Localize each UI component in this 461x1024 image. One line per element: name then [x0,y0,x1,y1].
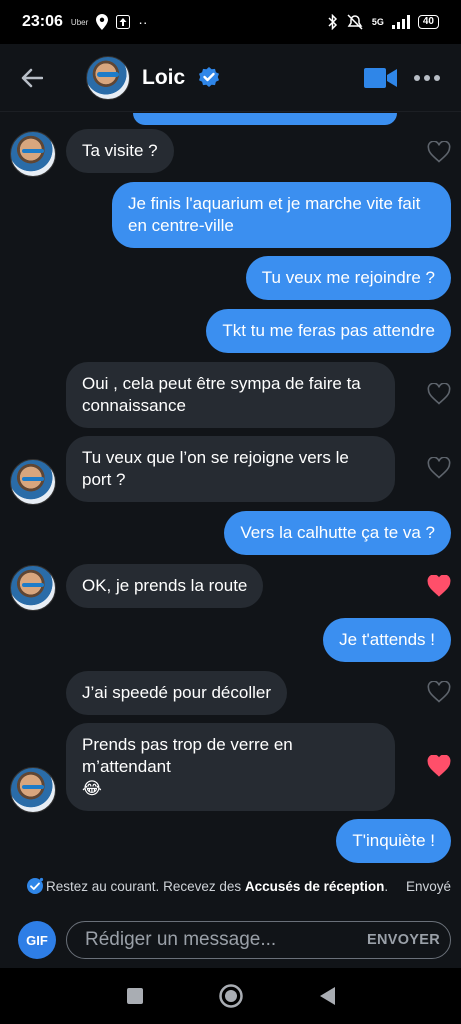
heart-icon[interactable] [427,457,451,479]
incoming-message[interactable]: Prends pas trop de verre en m’attendant … [66,723,395,811]
heart-icon[interactable] [427,681,451,703]
message-list[interactable]: Ta visite ? Je finis l'aquarium et je ma… [0,113,461,870]
heart-icon[interactable] [427,141,451,163]
previous-outgoing-bubble [133,113,397,125]
heart-icon[interactable] [427,383,451,405]
sender-avatar[interactable] [10,767,56,813]
back-nav-icon [319,987,335,1005]
back-nav-button[interactable] [314,983,340,1009]
verified-badge-icon [199,66,220,87]
video-call-icon [364,67,397,88]
square-nav-icon [126,988,143,1004]
recents-button[interactable] [122,983,148,1009]
message-input[interactable] [85,929,367,951]
message-text: T'inquiète ! [352,831,435,850]
more-notifications-icon: ·· [138,14,148,30]
read-receipt-banner[interactable]: Restez au courant. Recevez des Accusés d… [0,872,461,900]
contact-avatar[interactable] [86,55,130,100]
bluetooth-icon [328,14,337,30]
message-text: Prends pas trop de verre en m’attendant [82,735,293,776]
message-text: J’ai speedé pour décoller [82,683,272,702]
more-options-button[interactable] [399,58,455,98]
message-input-box[interactable]: ENVOYER [66,921,451,959]
outgoing-message[interactable]: Tu veux me rejoindre ? [245,256,451,300]
read-receipt-link[interactable]: Accusés de réception [245,879,385,894]
incoming-message[interactable]: Ta visite ? [66,129,174,173]
outgoing-message[interactable]: Je finis l'aquarium et je marche vite fa… [112,182,451,248]
message-text: Je finis l'aquarium et je marche vite fa… [128,194,421,235]
outgoing-message[interactable]: T'inquiète ! [336,819,451,863]
outgoing-message[interactable]: Je t'attends ! [323,618,451,662]
sender-avatar[interactable] [10,459,56,505]
message-composer: GIF ENVOYER [0,912,461,968]
message-text: OK, je prends la route [82,576,248,595]
home-button[interactable] [218,983,244,1009]
message-text: Tu veux que l’on se rejoigne vers le por… [82,448,349,489]
sender-avatar[interactable] [10,565,56,611]
gif-button[interactable]: GIF [18,921,56,959]
sent-status: Envoyé [405,878,451,894]
message-text: Ta visite ? [82,141,158,160]
status-app-label: Uber [70,17,89,27]
message-text: Tu veux me rejoindre ? [261,268,435,287]
send-button[interactable]: ENVOYER [367,932,440,948]
signal-icon [391,15,410,29]
home-nav-icon [218,984,243,1008]
upload-icon [116,15,131,29]
video-call-button[interactable] [363,63,399,93]
message-text: Oui , cela peut être sympa de faire ta c… [82,374,361,415]
incoming-message[interactable]: Oui , cela peut être sympa de faire ta c… [66,362,395,428]
chat-header: Loic [0,44,461,112]
incoming-message[interactable]: Tu veux que l’on se rejoigne vers le por… [66,436,395,502]
battery-indicator: 40 [417,15,439,29]
message-text: Je t'attends ! [339,630,435,649]
incoming-message[interactable]: OK, je prends la route [66,564,264,608]
status-time: 23:06 [22,13,63,30]
message-emoji: 😂 [82,779,102,798]
back-arrow-icon [21,68,43,87]
read-receipt-text[interactable]: Restez au courant. Recevez des Accusés d… [46,879,388,894]
location-icon [96,14,109,30]
incoming-message[interactable]: J’ai speedé pour décoller [66,671,288,715]
system-nav-bar [0,968,461,1024]
sender-avatar[interactable] [10,131,56,177]
outgoing-message[interactable]: Vers la calhutte ça te va ? [224,511,451,555]
heart-icon[interactable] [427,755,451,777]
status-bar: 23:06 Uber ·· 5G 40 [0,0,461,44]
network-label: 5G [371,17,384,27]
outgoing-message[interactable]: Tkt tu me feras pas attendre [206,309,451,353]
heart-icon[interactable] [427,575,451,597]
contact-name[interactable]: Loic [142,66,185,90]
mute-icon [347,14,363,30]
back-button[interactable] [0,44,64,112]
more-options-icon [414,74,440,81]
message-text: Tkt tu me feras pas attendre [222,321,435,340]
read-receipt-icon [27,877,44,894]
message-text: Vers la calhutte ça te va ? [240,523,435,542]
